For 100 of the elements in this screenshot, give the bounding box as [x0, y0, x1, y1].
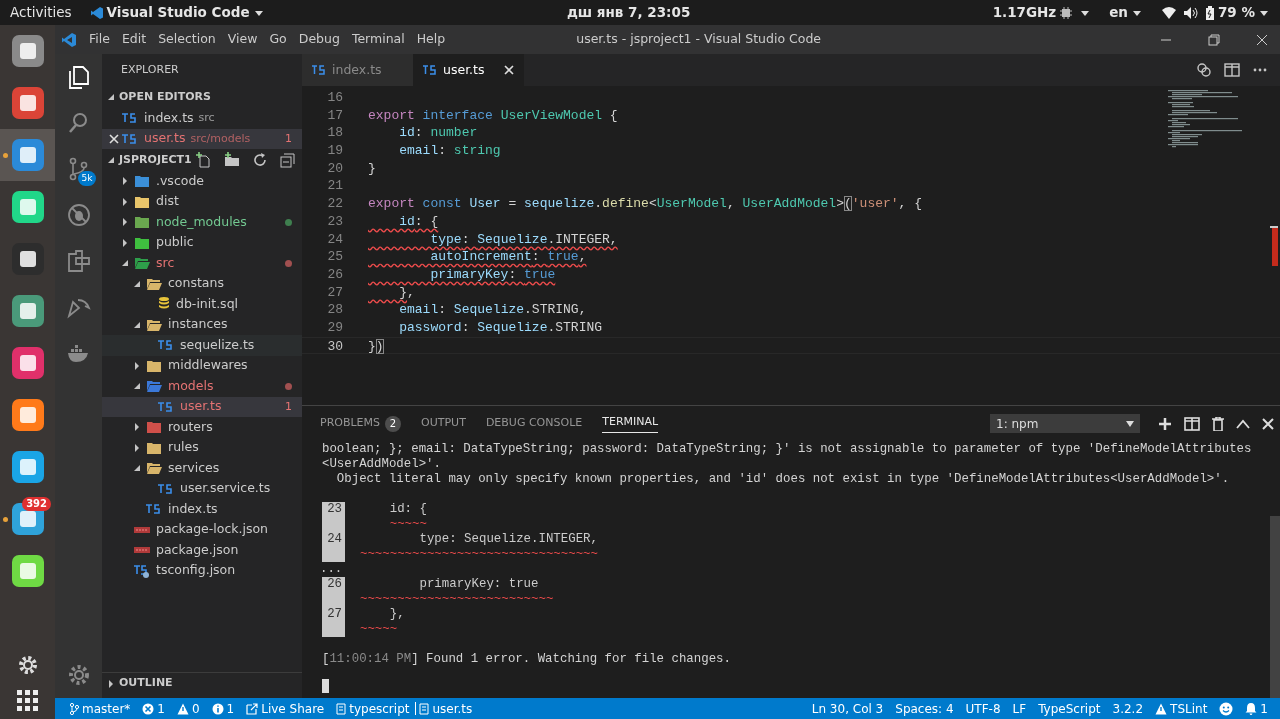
close-icon[interactable]	[504, 65, 514, 75]
compare-icon[interactable]	[1196, 62, 1212, 78]
app-icon[interactable]	[10, 86, 45, 120]
explorer-entry[interactable]: user.service.ts	[102, 478, 302, 499]
status-item[interactable]: 0	[170, 698, 206, 719]
terminal-select[interactable]: 1: npm	[990, 414, 1140, 433]
config-file-icon	[134, 563, 150, 578]
panel-tab[interactable]: TERMINAL	[592, 406, 669, 441]
typescript-file-icon	[423, 65, 437, 75]
collapse-all-icon[interactable]	[280, 152, 296, 168]
status-item[interactable]: user.ts	[415, 702, 479, 715]
editor-tab[interactable]: user.ts	[413, 54, 524, 86]
bug-icon[interactable]	[65, 202, 92, 228]
status-item[interactable]: TSLint	[1149, 698, 1214, 719]
menu-item[interactable]: View	[221, 30, 264, 49]
maximize-icon[interactable]	[1208, 33, 1220, 46]
status-item[interactable]: 1	[136, 698, 171, 719]
open-editor-item[interactable]: user.ts src/models 1	[102, 128, 302, 149]
folder-item[interactable]: .vscode	[102, 171, 302, 192]
status-item[interactable]: UTF-8	[959, 698, 1007, 719]
editor-tab[interactable]: index.ts	[302, 54, 413, 86]
close-icon[interactable]	[1256, 33, 1268, 46]
status-item[interactable]: TypeScript	[1032, 698, 1107, 719]
status-item[interactable]: Ln 30, Col 3	[805, 698, 890, 719]
settings-icon[interactable]	[16, 654, 39, 676]
folder-item[interactable]: instances	[102, 314, 302, 335]
section-header[interactable]: OUTLINE	[119, 675, 173, 692]
menu-item[interactable]: File	[83, 30, 116, 49]
folder-item[interactable]: src	[102, 253, 302, 274]
folder-item[interactable]: public	[102, 232, 302, 253]
app-icon[interactable]	[10, 242, 45, 276]
scrollbar-thumb[interactable]	[1270, 516, 1280, 698]
status-item[interactable]: typescript	[330, 698, 416, 719]
code-line: },	[398, 283, 415, 302]
wifi-icon[interactable]	[1160, 5, 1177, 20]
battery-level[interactable]: 79 %	[1217, 2, 1255, 23]
app-menu[interactable]: Visual Studio Code	[106, 2, 250, 23]
menu-item[interactable]: Edit	[115, 30, 153, 49]
section-header[interactable]: JSPROJECT1	[119, 151, 192, 169]
trash-icon[interactable]	[1212, 416, 1224, 431]
menu-item[interactable]: Go	[263, 30, 293, 49]
new-file-icon[interactable]	[196, 152, 212, 168]
status-item[interactable]: master*	[63, 698, 137, 719]
folder-item[interactable]: node_modules	[102, 212, 302, 233]
status-item[interactable]: 3.2.2	[1106, 698, 1150, 719]
explorer-entry[interactable]: user.ts 1	[102, 396, 302, 417]
menu-item[interactable]: Selection	[152, 30, 222, 49]
new-folder-icon[interactable]	[224, 152, 240, 168]
explorer-entry[interactable]: package-lock.json	[102, 519, 302, 540]
app-icon[interactable]	[10, 190, 45, 224]
open-editor-item[interactable]: index.ts src	[102, 108, 302, 129]
clock[interactable]: дш янв 7, 23:05	[566, 2, 691, 23]
chevron-up-icon[interactable]	[1236, 418, 1250, 429]
close-icon[interactable]	[109, 133, 119, 144]
status-item[interactable]: 1	[205, 698, 241, 719]
close-icon[interactable]	[1262, 417, 1274, 430]
explorer-entry[interactable]: index.ts	[102, 499, 302, 520]
plus-icon[interactable]	[1158, 416, 1172, 431]
explorer-entry[interactable]: package.json	[102, 540, 302, 561]
panel-tab[interactable]: OUTPUT	[411, 406, 476, 441]
folder-item[interactable]: models	[102, 376, 302, 397]
folder-item[interactable]: rules	[102, 437, 302, 458]
menu-item[interactable]: Help	[410, 30, 452, 49]
menu-item[interactable]: Terminal	[345, 30, 411, 49]
extensions-icon[interactable]	[65, 248, 92, 274]
explorer-entry[interactable]: sequelize.ts	[102, 335, 302, 356]
panel-tab[interactable]: PROBLEMS 2	[310, 406, 412, 441]
folder-item[interactable]: middlewares	[102, 355, 302, 376]
app-grid-icon[interactable]	[15, 689, 40, 713]
split-icon[interactable]	[1184, 416, 1200, 431]
split-editor-icon[interactable]	[1224, 62, 1240, 78]
settings-icon[interactable]	[66, 663, 91, 687]
battery-icon[interactable]	[1204, 5, 1215, 20]
app-icon[interactable]	[10, 398, 45, 432]
status-item[interactable]: Live Share	[240, 698, 331, 719]
folder-item[interactable]: routers	[102, 417, 302, 438]
folder-item[interactable]: services	[102, 458, 302, 479]
app-icon[interactable]	[10, 346, 45, 380]
status-item[interactable]: LF	[1006, 698, 1033, 719]
activities-button[interactable]: Activities	[10, 2, 72, 23]
folder-item[interactable]: dist	[102, 191, 302, 212]
app-icon[interactable]	[10, 34, 45, 68]
app-icon[interactable]	[10, 138, 45, 172]
share-icon	[246, 702, 259, 715]
keyboard-layout[interactable]: en	[1109, 2, 1128, 23]
menu-item[interactable]: Debug	[292, 30, 346, 49]
status-item[interactable]: Spaces: 4	[889, 698, 960, 719]
explorer-entry[interactable]: tsconfig.json	[102, 560, 302, 581]
explorer-entry[interactable]: db-init.sql	[102, 294, 302, 315]
cpu-frequency[interactable]: 1.17GHz	[992, 2, 1057, 23]
speaker-icon[interactable]	[1182, 5, 1199, 20]
folder-item[interactable]: constans	[102, 273, 302, 294]
section-header[interactable]: OPEN EDITORS	[119, 88, 211, 106]
status-item[interactable]: 1	[1239, 698, 1274, 719]
app-icon[interactable]	[10, 554, 45, 588]
panel-tab[interactable]: DEBUG CONSOLE	[475, 406, 593, 441]
chip-icon[interactable]	[1059, 5, 1074, 20]
app-icon[interactable]	[10, 294, 45, 328]
app-icon[interactable]	[10, 450, 45, 484]
refresh-icon[interactable]	[252, 152, 268, 168]
